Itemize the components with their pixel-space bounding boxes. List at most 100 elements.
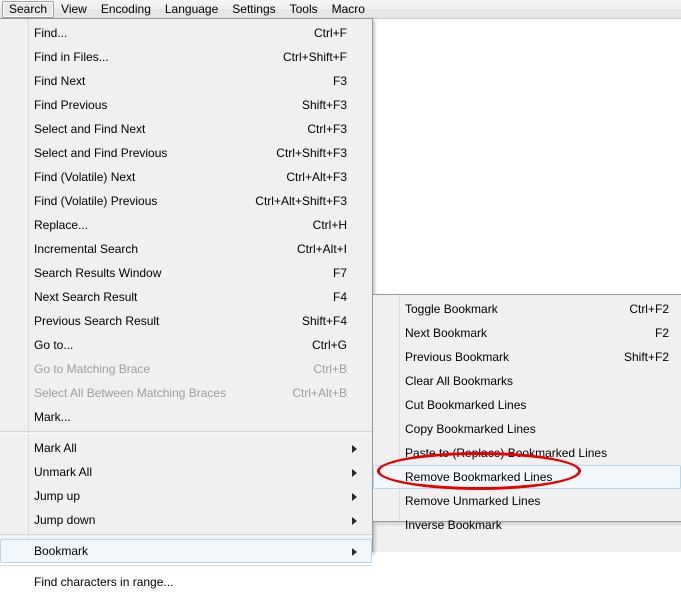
menubar-item-label: Settings — [232, 1, 276, 16]
menu-item-shortcut: Shift+F3 — [301, 98, 347, 112]
submenu-item-clear-all-bookmarks[interactable]: Clear All Bookmarks — [373, 369, 681, 393]
menu-item-find-characters-in-range[interactable]: Find characters in range... — [0, 570, 372, 594]
menu-item-label: Next Search Result — [34, 290, 138, 304]
menu-item-select-all-between-matching-braces: Select All Between Matching Braces Ctrl+… — [0, 381, 372, 405]
menu-item-mark-all[interactable]: Mark All — [0, 436, 372, 460]
menubar-item-search[interactable]: Search — [2, 0, 55, 18]
menu-item-jump-up[interactable]: Jump up — [0, 484, 372, 508]
menu-item-replace[interactable]: Replace... Ctrl+H — [0, 213, 372, 237]
menu-item-label: Find (Volatile) Next — [34, 170, 136, 184]
menu-item-label: Cut Bookmarked Lines — [405, 398, 527, 412]
menu-item-label: Find (Volatile) Previous — [34, 194, 158, 208]
menu-item-unmark-all[interactable]: Unmark All — [0, 460, 372, 484]
menu-item-label: Mark... — [34, 410, 71, 424]
menubar-item-macro[interactable]: Macro — [325, 1, 372, 18]
menu-item-label: Previous Bookmark — [405, 350, 510, 364]
chevron-right-icon — [352, 493, 357, 501]
menu-item-shortcut: Ctrl+B — [313, 362, 347, 376]
menu-item-shortcut: Ctrl+Alt+I — [296, 242, 347, 256]
menu-item-incremental-search[interactable]: Incremental Search Ctrl+Alt+I — [0, 237, 372, 261]
menu-item-label: Find Next — [34, 74, 86, 88]
menu-separator — [0, 565, 372, 568]
submenu-item-next-bookmark[interactable]: Next Bookmark F2 — [373, 321, 681, 345]
menu-item-mark[interactable]: Mark... — [0, 405, 372, 429]
menu-item-shortcut: F7 — [332, 266, 347, 280]
menubar-item-label: Search — [9, 1, 48, 16]
menu-item-previous-search-result[interactable]: Previous Search Result Shift+F4 — [0, 309, 372, 333]
submenu-item-remove-unmarked-lines[interactable]: Remove Unmarked Lines — [373, 489, 681, 513]
submenu-item-inverse-bookmark[interactable]: Inverse Bookmark — [373, 513, 681, 537]
menu-item-select-and-find-next[interactable]: Select and Find Next Ctrl+F3 — [0, 117, 372, 141]
menu-item-find-in-files[interactable]: Find in Files... Ctrl+Shift+F — [0, 45, 372, 69]
menu-item-label: Incremental Search — [34, 242, 139, 256]
menu-item-shortcut: F2 — [654, 326, 669, 340]
menubar-item-label: Language — [164, 1, 219, 16]
menu-item-label: Inverse Bookmark — [405, 518, 502, 532]
menu-item-label: Copy Bookmarked Lines — [405, 422, 536, 436]
menu-item-label: Select and Find Next — [34, 122, 146, 136]
menu-item-jump-down[interactable]: Jump down — [0, 508, 372, 532]
menu-item-shortcut: F3 — [332, 74, 347, 88]
menu-item-find-next[interactable]: Find Next F3 — [0, 69, 372, 93]
search-menu-list: Find... Ctrl+F Find in Files... Ctrl+Shi… — [0, 19, 372, 596]
menu-item-select-and-find-previous[interactable]: Select and Find Previous Ctrl+Shift+F3 — [0, 141, 372, 165]
menu-item-label: Next Bookmark — [405, 326, 488, 340]
menu-item-shortcut: Ctrl+Shift+F — [282, 50, 347, 64]
menu-item-find-volatile-previous[interactable]: Find (Volatile) Previous Ctrl+Alt+Shift+… — [0, 189, 372, 213]
menu-item-label: Remove Bookmarked Lines — [405, 470, 553, 484]
menu-item-shortcut: F4 — [332, 290, 347, 304]
menu-separator — [0, 534, 372, 537]
menu-item-shortcut: Shift+F4 — [301, 314, 347, 328]
chevron-right-icon — [352, 548, 357, 556]
menu-item-label: Bookmark — [34, 544, 89, 558]
menu-item-shortcut: Ctrl+H — [312, 218, 347, 232]
menu-item-label: Paste to (Replace) Bookmarked Lines — [405, 446, 608, 460]
menubar-item-label: View — [61, 1, 87, 16]
menu-item-label: Mark All — [34, 441, 77, 455]
chevron-right-icon — [352, 517, 357, 525]
menu-item-label: Go to... — [34, 338, 74, 352]
menu-item-shortcut: Ctrl+Alt+B — [292, 386, 347, 400]
submenu-item-previous-bookmark[interactable]: Previous Bookmark Shift+F2 — [373, 345, 681, 369]
submenu-item-cut-bookmarked-lines[interactable]: Cut Bookmarked Lines — [373, 393, 681, 417]
menu-item-find[interactable]: Find... Ctrl+F — [0, 21, 372, 45]
menu-item-shortcut: Ctrl+F2 — [629, 302, 669, 316]
menu-item-go-to[interactable]: Go to... Ctrl+G — [0, 333, 372, 357]
menu-item-search-results-window[interactable]: Search Results Window F7 — [0, 261, 372, 285]
submenu-item-copy-bookmarked-lines[interactable]: Copy Bookmarked Lines — [373, 417, 681, 441]
submenu-item-remove-bookmarked-lines[interactable]: Remove Bookmarked Lines — [373, 465, 681, 489]
menu-item-find-volatile-next[interactable]: Find (Volatile) Next Ctrl+Alt+F3 — [0, 165, 372, 189]
menu-item-label: Select and Find Previous — [34, 146, 168, 160]
menu-item-label: Jump down — [34, 513, 96, 527]
menubar-item-label: Macro — [331, 1, 365, 16]
menu-separator — [0, 431, 372, 434]
menubar-item-settings[interactable]: Settings — [225, 1, 282, 18]
menu-item-label: Jump up — [34, 489, 81, 503]
menu-item-label: Previous Search Result — [34, 314, 160, 328]
submenu-item-paste-to-replace-bookmarked-lines[interactable]: Paste to (Replace) Bookmarked Lines — [373, 441, 681, 465]
menu-item-label: Find in Files... — [34, 50, 109, 64]
menu-item-shortcut: Shift+F2 — [623, 350, 669, 364]
menu-item-bookmark[interactable]: Bookmark — [0, 539, 372, 563]
menu-item-label: Select All Between Matching Braces — [34, 386, 227, 400]
menu-item-label: Unmark All — [34, 465, 93, 479]
chevron-right-icon — [352, 469, 357, 477]
menu-item-label: Toggle Bookmark — [405, 302, 498, 316]
menu-item-shortcut: Ctrl+Alt+Shift+F3 — [255, 194, 347, 208]
menu-item-shortcut: Ctrl+Alt+F3 — [286, 170, 347, 184]
menu-bar: Search View Encoding Language Settings T… — [0, 0, 681, 19]
menu-item-label: Go to Matching Brace — [34, 362, 151, 376]
menu-item-find-previous[interactable]: Find Previous Shift+F3 — [0, 93, 372, 117]
menubar-item-tools[interactable]: Tools — [283, 1, 325, 18]
menubar-item-encoding[interactable]: Encoding — [94, 1, 158, 18]
menubar-item-view[interactable]: View — [54, 1, 94, 18]
menu-item-label: Find Previous — [34, 98, 108, 112]
menu-item-shortcut: Ctrl+F — [314, 26, 347, 40]
menu-item-go-to-matching-brace: Go to Matching Brace Ctrl+B — [0, 357, 372, 381]
menu-item-label: Clear All Bookmarks — [405, 374, 514, 388]
menu-item-label: Replace... — [34, 218, 89, 232]
submenu-item-toggle-bookmark[interactable]: Toggle Bookmark Ctrl+F2 — [373, 297, 681, 321]
menubar-item-language[interactable]: Language — [158, 1, 225, 18]
menu-item-label: Find... — [34, 26, 68, 40]
menu-item-next-search-result[interactable]: Next Search Result F4 — [0, 285, 372, 309]
